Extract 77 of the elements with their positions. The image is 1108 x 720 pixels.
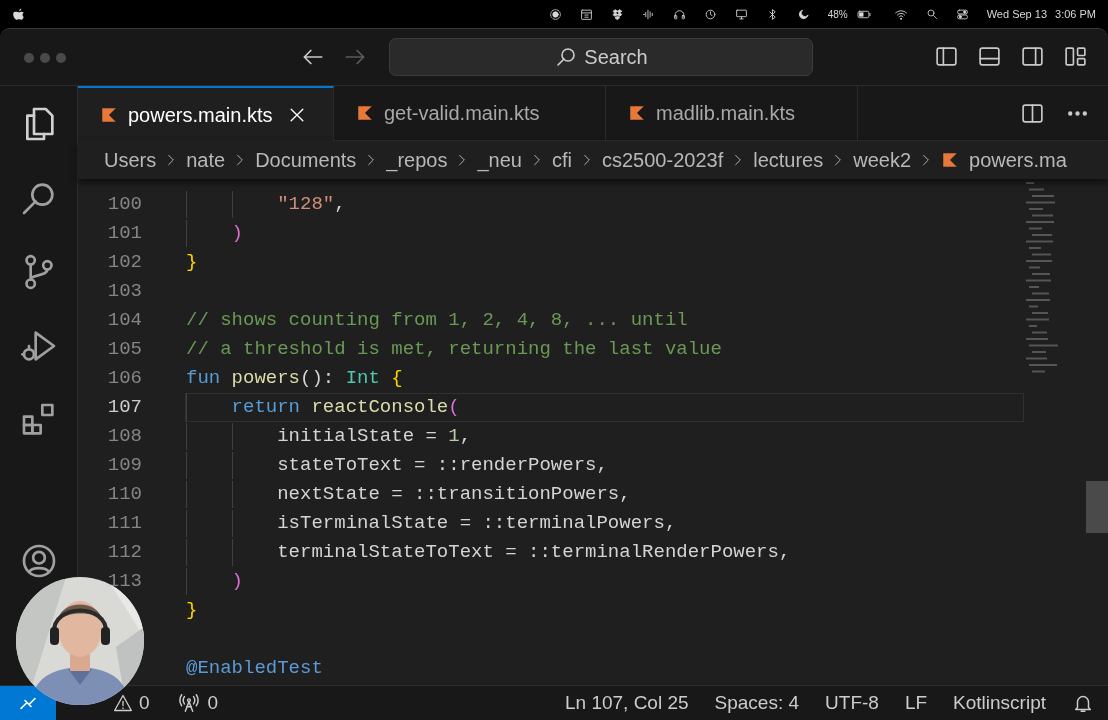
kotlin-file-icon [628, 104, 646, 122]
menu-bar-date[interactable]: Wed Sep 13 [986, 5, 1048, 23]
code-line: @EnabledTest [186, 656, 323, 682]
breadcrumb-item[interactable]: cfi [552, 145, 572, 175]
code-line: } [186, 598, 198, 624]
code-line: // a threshold is met, returning the last value [186, 337, 722, 363]
line-number: 110 [106, 482, 142, 508]
primary-sidebar-icon[interactable] [934, 44, 959, 69]
warning-icon [113, 693, 133, 713]
encoding-status[interactable]: UTF-8 [825, 688, 879, 718]
breadcrumb-item[interactable]: _neu [477, 145, 522, 175]
box-icon[interactable] [610, 7, 624, 21]
customize-layout-icon[interactable] [1063, 44, 1088, 69]
kotlin-file-icon [941, 151, 960, 169]
kotlin-file-icon [100, 105, 118, 124]
breadcrumb-item[interactable]: _repos [386, 145, 448, 175]
code-line: // shows counting from 1, 2, 4, 8, ... until [186, 308, 688, 334]
scrollbar-thumb[interactable] [1086, 481, 1108, 533]
ports-status[interactable]: 0 [177, 688, 219, 718]
code-line: nextState = ::transitionPowers, [276, 482, 631, 508]
breadcrumb-item[interactable]: Documents [255, 145, 357, 175]
wifi-icon[interactable] [893, 7, 908, 21]
moon-icon[interactable] [796, 7, 810, 21]
secondary-sidebar-icon[interactable] [1020, 44, 1045, 69]
line-number: 104 [106, 308, 142, 334]
editor-tab[interactable]: madlib.main.kts [606, 86, 858, 141]
panel-icon[interactable] [977, 44, 1002, 69]
line-number: 109 [106, 453, 142, 479]
code-line: fun powers(): Int { [186, 366, 403, 392]
line-number: 107 [106, 395, 142, 421]
code-line: stateToText = ::renderPowers, [276, 453, 608, 479]
breadcrumb-item[interactable]: nate [186, 145, 226, 175]
menu-bar-time[interactable]: 3:06 PM [1055, 5, 1096, 23]
calendar-icon[interactable] [579, 7, 593, 21]
line-ending-status[interactable]: LF [904, 688, 928, 718]
remote-icon[interactable] [0, 685, 56, 720]
kotlin-file-icon [356, 104, 374, 122]
display-icon[interactable] [734, 7, 748, 21]
line-number: 102 [106, 250, 142, 276]
code-line: isTerminalState = ::terminalPowers, [276, 511, 677, 537]
breadcrumb-item[interactable]: powers.ma [969, 145, 1067, 175]
code-line: } [186, 250, 198, 276]
breadcrumb-item[interactable]: cs2500-2023f [602, 145, 724, 175]
code-line: initialState = 1, [276, 424, 472, 450]
code-line: return reactConsole( [230, 395, 460, 421]
battery-percentage: 48% [827, 7, 848, 22]
code-line: ) [230, 569, 243, 595]
problems-status[interactable]: 0 [113, 688, 150, 718]
breadcrumb-item[interactable]: week2 [853, 145, 912, 175]
editor-tab[interactable]: powers.main.kts [78, 86, 334, 141]
gear-icon[interactable] [548, 7, 562, 21]
line-number: 111 [106, 511, 142, 537]
code-line: ) [230, 221, 243, 247]
cursor-position[interactable]: Ln 107, Col 25 [564, 688, 689, 718]
line-number: 100 [106, 192, 142, 218]
apple-logo-icon[interactable] [12, 7, 26, 21]
line-number: 112 [106, 540, 142, 566]
search-icon[interactable] [925, 8, 938, 20]
editor-tab[interactable]: get-valid.main.kts [334, 86, 606, 141]
line-number: 103 [106, 279, 142, 305]
line-number: 101 [106, 221, 142, 247]
line-number: 105 [106, 337, 142, 363]
clock-icon[interactable] [703, 7, 717, 21]
code-line: terminalStateToText = ::terminalRenderPowers, [276, 540, 791, 566]
waveform-icon[interactable] [641, 7, 655, 21]
language-mode[interactable]: Kotlinscript [953, 688, 1046, 718]
indentation-status[interactable]: Spaces: 4 [714, 688, 800, 718]
breadcrumb-item[interactable]: Users [104, 145, 157, 175]
breadcrumb-item[interactable]: lectures [753, 145, 824, 175]
search-bar[interactable]: Search [389, 38, 813, 76]
control-center-icon[interactable] [955, 7, 969, 21]
line-number: 106 [106, 366, 142, 392]
code-line: "128", [276, 192, 346, 218]
line-number: 108 [106, 424, 142, 450]
antenna-icon [177, 692, 200, 714]
line-number: 113 [106, 569, 142, 595]
headphones-icon[interactable] [672, 7, 686, 21]
